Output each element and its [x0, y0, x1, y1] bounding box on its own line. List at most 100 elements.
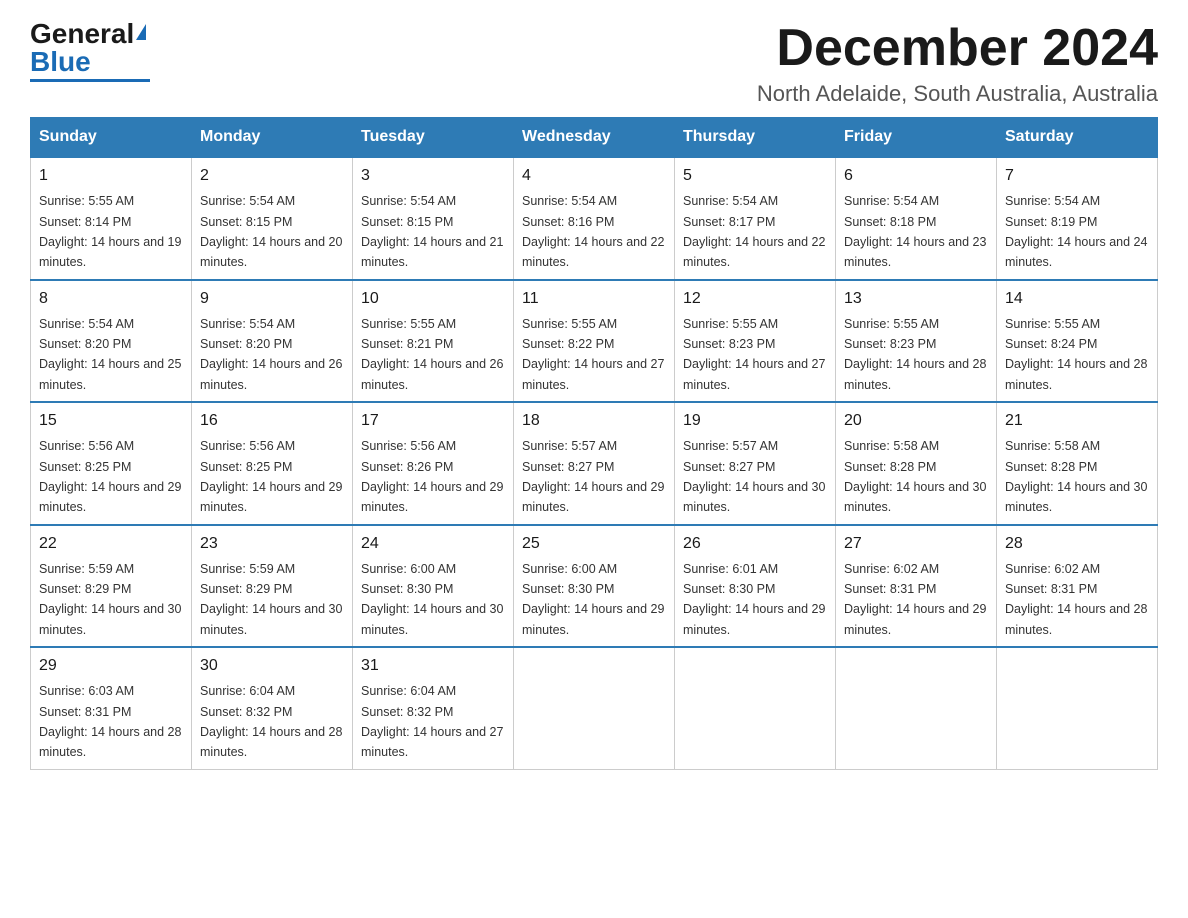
day-info: Sunrise: 5:54 AMSunset: 8:20 PMDaylight:… — [39, 317, 181, 392]
day-info: Sunrise: 5:54 AMSunset: 8:16 PMDaylight:… — [522, 194, 664, 269]
day-number: 5 — [683, 164, 827, 188]
day-number: 14 — [1005, 287, 1149, 311]
week-row-1: 1 Sunrise: 5:55 AMSunset: 8:14 PMDayligh… — [31, 157, 1158, 280]
day-number: 31 — [361, 654, 505, 678]
day-info: Sunrise: 6:04 AMSunset: 8:32 PMDaylight:… — [361, 684, 503, 759]
day-number: 21 — [1005, 409, 1149, 433]
header-saturday: Saturday — [997, 118, 1158, 158]
calendar-cell: 24 Sunrise: 6:00 AMSunset: 8:30 PMDaylig… — [353, 525, 514, 648]
week-row-4: 22 Sunrise: 5:59 AMSunset: 8:29 PMDaylig… — [31, 525, 1158, 648]
day-number: 1 — [39, 164, 183, 188]
calendar-cell: 18 Sunrise: 5:57 AMSunset: 8:27 PMDaylig… — [514, 402, 675, 525]
day-info: Sunrise: 6:02 AMSunset: 8:31 PMDaylight:… — [844, 562, 986, 637]
day-number: 7 — [1005, 164, 1149, 188]
header-thursday: Thursday — [675, 118, 836, 158]
day-info: Sunrise: 5:56 AMSunset: 8:25 PMDaylight:… — [200, 439, 342, 514]
day-number: 18 — [522, 409, 666, 433]
day-info: Sunrise: 6:02 AMSunset: 8:31 PMDaylight:… — [1005, 562, 1147, 637]
calendar-cell: 17 Sunrise: 5:56 AMSunset: 8:26 PMDaylig… — [353, 402, 514, 525]
logo-triangle-icon — [136, 24, 146, 40]
week-row-5: 29 Sunrise: 6:03 AMSunset: 8:31 PMDaylig… — [31, 647, 1158, 769]
day-number: 17 — [361, 409, 505, 433]
day-number: 3 — [361, 164, 505, 188]
calendar-table: SundayMondayTuesdayWednesdayThursdayFrid… — [30, 117, 1158, 770]
day-number: 9 — [200, 287, 344, 311]
day-number: 30 — [200, 654, 344, 678]
day-number: 12 — [683, 287, 827, 311]
day-number: 15 — [39, 409, 183, 433]
calendar-cell: 29 Sunrise: 6:03 AMSunset: 8:31 PMDaylig… — [31, 647, 192, 769]
day-number: 24 — [361, 532, 505, 556]
calendar-cell: 30 Sunrise: 6:04 AMSunset: 8:32 PMDaylig… — [192, 647, 353, 769]
day-info: Sunrise: 5:58 AMSunset: 8:28 PMDaylight:… — [844, 439, 986, 514]
calendar-cell: 15 Sunrise: 5:56 AMSunset: 8:25 PMDaylig… — [31, 402, 192, 525]
day-number: 2 — [200, 164, 344, 188]
header-tuesday: Tuesday — [353, 118, 514, 158]
day-info: Sunrise: 5:54 AMSunset: 8:20 PMDaylight:… — [200, 317, 342, 392]
day-number: 10 — [361, 287, 505, 311]
day-number: 11 — [522, 287, 666, 311]
week-row-2: 8 Sunrise: 5:54 AMSunset: 8:20 PMDayligh… — [31, 280, 1158, 403]
location-title: North Adelaide, South Australia, Austral… — [757, 81, 1158, 107]
logo-general-text: General — [30, 18, 134, 49]
day-info: Sunrise: 5:55 AMSunset: 8:14 PMDaylight:… — [39, 194, 181, 269]
day-number: 27 — [844, 532, 988, 556]
day-info: Sunrise: 5:55 AMSunset: 8:23 PMDaylight:… — [683, 317, 825, 392]
calendar-cell: 9 Sunrise: 5:54 AMSunset: 8:20 PMDayligh… — [192, 280, 353, 403]
day-number: 25 — [522, 532, 666, 556]
day-info: Sunrise: 5:59 AMSunset: 8:29 PMDaylight:… — [39, 562, 181, 637]
day-info: Sunrise: 5:58 AMSunset: 8:28 PMDaylight:… — [1005, 439, 1147, 514]
header-monday: Monday — [192, 118, 353, 158]
calendar-cell: 21 Sunrise: 5:58 AMSunset: 8:28 PMDaylig… — [997, 402, 1158, 525]
calendar-cell: 16 Sunrise: 5:56 AMSunset: 8:25 PMDaylig… — [192, 402, 353, 525]
day-info: Sunrise: 6:00 AMSunset: 8:30 PMDaylight:… — [361, 562, 503, 637]
calendar-cell: 11 Sunrise: 5:55 AMSunset: 8:22 PMDaylig… — [514, 280, 675, 403]
day-info: Sunrise: 5:54 AMSunset: 8:15 PMDaylight:… — [200, 194, 342, 269]
calendar-cell: 8 Sunrise: 5:54 AMSunset: 8:20 PMDayligh… — [31, 280, 192, 403]
day-number: 22 — [39, 532, 183, 556]
calendar-cell: 12 Sunrise: 5:55 AMSunset: 8:23 PMDaylig… — [675, 280, 836, 403]
calendar-cell — [836, 647, 997, 769]
calendar-cell: 31 Sunrise: 6:04 AMSunset: 8:32 PMDaylig… — [353, 647, 514, 769]
day-info: Sunrise: 6:00 AMSunset: 8:30 PMDaylight:… — [522, 562, 664, 637]
calendar-cell: 1 Sunrise: 5:55 AMSunset: 8:14 PMDayligh… — [31, 157, 192, 280]
day-info: Sunrise: 5:57 AMSunset: 8:27 PMDaylight:… — [683, 439, 825, 514]
day-info: Sunrise: 5:57 AMSunset: 8:27 PMDaylight:… — [522, 439, 664, 514]
day-number: 28 — [1005, 532, 1149, 556]
logo-underline — [30, 79, 150, 82]
day-number: 26 — [683, 532, 827, 556]
calendar-cell: 14 Sunrise: 5:55 AMSunset: 8:24 PMDaylig… — [997, 280, 1158, 403]
day-number: 29 — [39, 654, 183, 678]
month-title: December 2024 — [757, 20, 1158, 77]
day-info: Sunrise: 5:55 AMSunset: 8:22 PMDaylight:… — [522, 317, 664, 392]
day-info: Sunrise: 5:56 AMSunset: 8:26 PMDaylight:… — [361, 439, 503, 514]
header-sunday: Sunday — [31, 118, 192, 158]
day-info: Sunrise: 5:54 AMSunset: 8:18 PMDaylight:… — [844, 194, 986, 269]
day-info: Sunrise: 5:54 AMSunset: 8:19 PMDaylight:… — [1005, 194, 1147, 269]
calendar-cell: 20 Sunrise: 5:58 AMSunset: 8:28 PMDaylig… — [836, 402, 997, 525]
day-info: Sunrise: 6:04 AMSunset: 8:32 PMDaylight:… — [200, 684, 342, 759]
calendar-cell — [675, 647, 836, 769]
day-info: Sunrise: 5:54 AMSunset: 8:17 PMDaylight:… — [683, 194, 825, 269]
calendar-cell: 28 Sunrise: 6:02 AMSunset: 8:31 PMDaylig… — [997, 525, 1158, 648]
day-info: Sunrise: 5:59 AMSunset: 8:29 PMDaylight:… — [200, 562, 342, 637]
calendar-cell: 19 Sunrise: 5:57 AMSunset: 8:27 PMDaylig… — [675, 402, 836, 525]
day-info: Sunrise: 5:56 AMSunset: 8:25 PMDaylight:… — [39, 439, 181, 514]
day-info: Sunrise: 5:54 AMSunset: 8:15 PMDaylight:… — [361, 194, 503, 269]
day-info: Sunrise: 5:55 AMSunset: 8:24 PMDaylight:… — [1005, 317, 1147, 392]
day-number: 4 — [522, 164, 666, 188]
calendar-cell: 5 Sunrise: 5:54 AMSunset: 8:17 PMDayligh… — [675, 157, 836, 280]
calendar-cell: 4 Sunrise: 5:54 AMSunset: 8:16 PMDayligh… — [514, 157, 675, 280]
day-number: 16 — [200, 409, 344, 433]
day-number: 20 — [844, 409, 988, 433]
day-number: 6 — [844, 164, 988, 188]
calendar-cell: 25 Sunrise: 6:00 AMSunset: 8:30 PMDaylig… — [514, 525, 675, 648]
day-info: Sunrise: 6:03 AMSunset: 8:31 PMDaylight:… — [39, 684, 181, 759]
day-info: Sunrise: 6:01 AMSunset: 8:30 PMDaylight:… — [683, 562, 825, 637]
calendar-cell: 10 Sunrise: 5:55 AMSunset: 8:21 PMDaylig… — [353, 280, 514, 403]
day-info: Sunrise: 5:55 AMSunset: 8:21 PMDaylight:… — [361, 317, 503, 392]
calendar-cell: 2 Sunrise: 5:54 AMSunset: 8:15 PMDayligh… — [192, 157, 353, 280]
page-header: General Blue December 2024 North Adelaid… — [30, 20, 1158, 107]
calendar-cell: 13 Sunrise: 5:55 AMSunset: 8:23 PMDaylig… — [836, 280, 997, 403]
day-number: 23 — [200, 532, 344, 556]
